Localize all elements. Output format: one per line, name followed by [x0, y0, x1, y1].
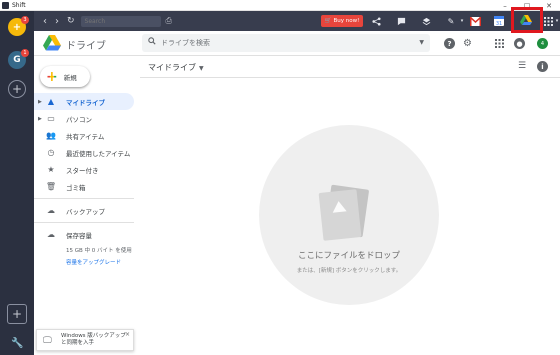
drive-highlight-box — [511, 7, 543, 33]
gear-icon[interactable]: ⚙ — [462, 38, 473, 49]
clock-icon: ◷ — [47, 148, 55, 157]
sidebar-item-label: バックアップ — [66, 207, 105, 216]
sidebar-item-label: スター付き — [66, 166, 99, 175]
account-rail: + 3 G 1 + + 🔧 — [0, 11, 34, 355]
app-toolbar: ‹ › ↻ ⎙ 🛒 Buy now! ✎ ▾ 31 ▾ — [34, 7, 560, 33]
chat-icon[interactable] — [395, 15, 407, 27]
sidebar-item-label: 保存容量 — [66, 231, 92, 240]
monitor-icon: 🖵 — [43, 336, 52, 346]
drive-header: ドライブ ドライブを検索 ▼ ? ⚙ ● 4 — [34, 31, 560, 56]
cloud-icon: ☁ — [47, 206, 55, 215]
settings-wrench-icon[interactable]: 🔧 — [11, 338, 23, 349]
calendar-icon[interactable]: 31 — [493, 15, 505, 27]
sidebar-item-label: パソコン — [66, 115, 92, 124]
sidebar-item-trash[interactable]: 🗑 ゴミ箱 — [34, 178, 134, 195]
drive-title: ドライブ — [66, 41, 106, 52]
notifications-icon[interactable]: ● — [514, 38, 525, 49]
star-icon: ★ — [47, 165, 55, 174]
search-options-caret-icon[interactable]: ▼ — [419, 39, 424, 46]
people-icon: 👥 — [46, 131, 56, 140]
upgrade-storage-link[interactable]: 容量をアップグレード — [66, 258, 134, 266]
storage-usage-text: 15 GB 中 0 バイト を使用 — [66, 248, 132, 254]
toolbar-search-input[interactable] — [80, 15, 161, 27]
expand-arrow-icon[interactable]: ▶ — [38, 99, 42, 105]
window-title: Shift — [12, 1, 26, 9]
list-view-icon[interactable]: ☰ — [518, 61, 526, 71]
info-icon[interactable]: i — [537, 61, 548, 72]
sidebar-item-label: マイドライブ — [66, 98, 105, 107]
buy-now-label: Buy now! — [333, 18, 360, 24]
sidebar-item-backups[interactable]: ☁ バックアップ — [34, 202, 134, 219]
drop-zone-title: ここにファイルをドロップ — [297, 251, 400, 261]
sidebar-item-label: 共有アイテム — [66, 132, 105, 141]
toast-text: Windows 版バックアップと同期を入手 — [61, 333, 126, 346]
layers-icon[interactable] — [420, 15, 432, 27]
search-placeholder: ドライブを検索 — [161, 39, 210, 47]
notification-badge: 3 — [21, 16, 29, 24]
divider — [34, 198, 134, 199]
backup-sync-toast[interactable]: 🖵 Windows 版バックアップと同期を入手 × — [36, 329, 134, 351]
plus-icon: + — [46, 68, 58, 85]
chevron-down-icon[interactable]: ▾ — [551, 15, 560, 27]
main-toolbar: マイドライブ ▼ ☰ i — [140, 56, 560, 78]
drop-zone[interactable]: ここにファイルをドロップ または、[新規] ボタンをクリックします。 — [259, 125, 439, 305]
sidebar-item-my-drive[interactable]: ▶ ▲ マイドライブ — [34, 93, 134, 110]
apps-grid-icon[interactable] — [494, 38, 505, 49]
sidebar-item-label: ゴミ箱 — [66, 183, 86, 192]
forward-button[interactable]: › — [52, 16, 62, 27]
add-app-button[interactable]: + — [7, 304, 27, 324]
shift-app-icon — [2, 1, 9, 9]
back-button[interactable]: ‹ — [40, 16, 50, 27]
window-titlebar: Shift – □ ✕ — [0, 0, 560, 11]
close-icon[interactable]: × — [125, 331, 130, 338]
avatar[interactable]: 4 — [537, 38, 548, 49]
trash-icon: 🗑 — [45, 182, 57, 191]
cart-icon: 🛒 — [324, 18, 332, 24]
drive-document-icon — [318, 189, 362, 241]
divider — [34, 222, 134, 223]
sidebar-item-label: 最近使用したアイテム — [66, 149, 131, 158]
sidebar-item-starred[interactable]: ★ スター付き — [34, 161, 134, 178]
chevron-down-icon: ▼ — [199, 65, 204, 72]
drive-folder-icon: ▲ — [47, 97, 55, 106]
buy-now-button[interactable]: 🛒 Buy now! — [321, 15, 363, 27]
sidebar-item-shared[interactable]: 👥 共有アイテム — [34, 127, 134, 144]
share-icon[interactable] — [370, 15, 382, 27]
drop-zone-subtitle: または、[新規] ボタンをクリックします。 — [296, 268, 402, 274]
expand-arrow-icon[interactable]: ▶ — [38, 116, 42, 122]
computer-icon: ▭ — [47, 114, 55, 123]
sidebar-nav: ▶ ▲ マイドライブ ▶ ▭ パソコン 👥 共有アイテム ◷ 最近使用したアイテ… — [34, 93, 134, 266]
sidebar-item-computers[interactable]: ▶ ▭ パソコン — [34, 110, 134, 127]
new-button-label: 新規 — [63, 73, 77, 82]
notification-badge: 1 — [21, 49, 29, 57]
breadcrumb-label: マイドライブ — [148, 63, 196, 72]
reload-icon[interactable]: ↻ — [67, 16, 75, 26]
google-drive-logo-icon[interactable] — [43, 35, 61, 51]
add-account-button[interactable]: + — [8, 80, 26, 98]
svg-text:31: 31 — [496, 21, 502, 26]
chevron-down-icon[interactable]: ▾ — [456, 15, 468, 27]
search-icon[interactable] — [148, 37, 156, 48]
gmail-icon[interactable] — [469, 15, 481, 27]
print-icon[interactable]: ⎙ — [166, 16, 172, 26]
sidebar-item-recent[interactable]: ◷ 最近使用したアイテム — [34, 144, 134, 161]
help-icon[interactable]: ? — [444, 38, 455, 49]
sidebar-item-storage[interactable]: ☁ 保存容量 — [34, 226, 134, 243]
cloud-outline-icon: ☁ — [47, 230, 55, 239]
new-button[interactable]: + 新規 — [40, 66, 90, 87]
breadcrumb[interactable]: マイドライブ ▼ — [148, 62, 204, 73]
drive-search-box[interactable]: ドライブを検索 ▼ — [142, 34, 430, 52]
